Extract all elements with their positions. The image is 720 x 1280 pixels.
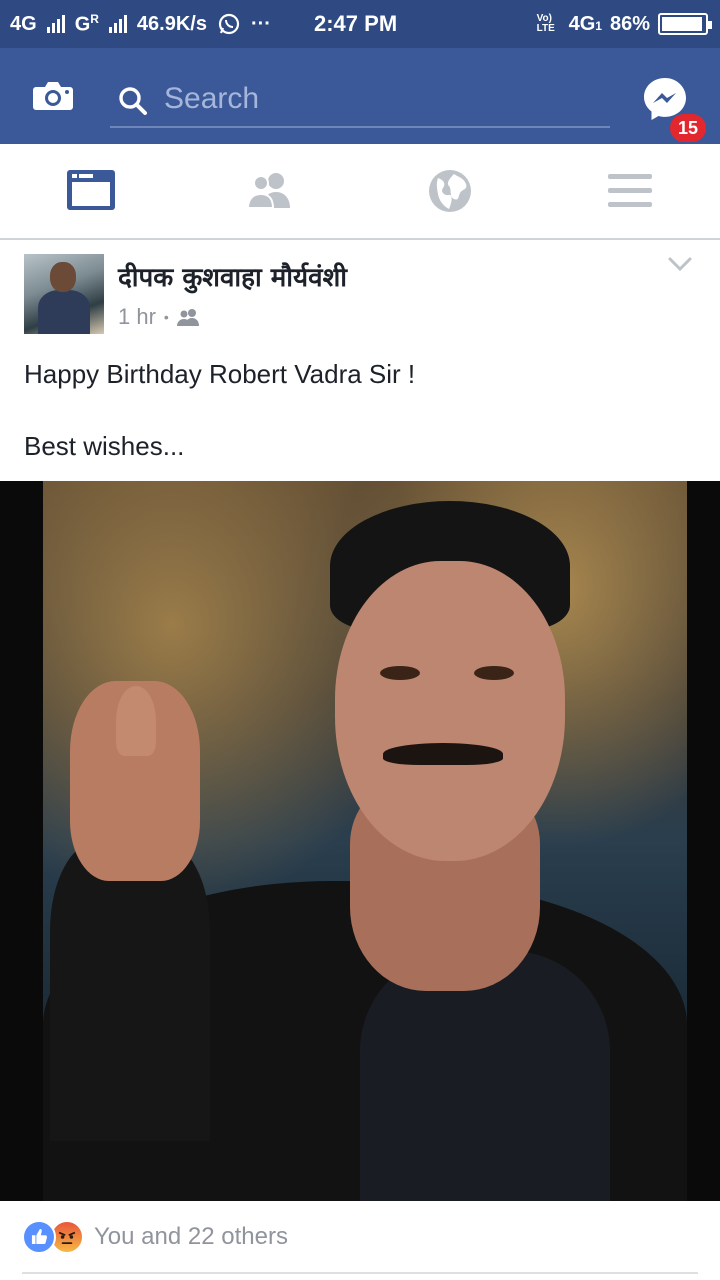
messenger-badge: 15 <box>668 112 709 144</box>
divider <box>22 1272 698 1274</box>
clock: 2:47 PM <box>314 11 398 36</box>
camera-icon[interactable] <box>32 80 74 112</box>
battery-icon <box>658 13 712 35</box>
more-notifications-icon: ··· <box>250 12 271 35</box>
search-icon <box>119 87 147 115</box>
top-app-bar: Search 15 <box>0 48 720 144</box>
globe-icon[interactable] <box>426 168 476 214</box>
news-feed-icon[interactable] <box>66 168 116 214</box>
post-meta: 1 hr • <box>118 304 201 330</box>
post-time[interactable]: 1 hr <box>118 304 156 330</box>
reactions-label: You and 22 others <box>94 1223 288 1250</box>
battery-percent: 86% <box>609 12 650 35</box>
menu-icon[interactable] <box>606 168 656 214</box>
post-text-line-1: Happy Birthday Robert Vadra Sir ! <box>24 359 416 389</box>
friends-audience-icon <box>176 309 199 326</box>
network-g-label: GR <box>74 11 99 36</box>
network-speed: 46.9K/s <box>136 12 207 35</box>
search-input[interactable]: Search <box>110 76 610 128</box>
status-bar: 4G GR 46.9K/s ··· 2:47 PM Vo) LTE 4G1 86… <box>0 0 720 48</box>
search-placeholder: Search <box>164 82 260 115</box>
whatsapp-icon <box>218 13 240 35</box>
reactions-summary[interactable]: You and 22 others <box>22 1216 288 1258</box>
network-4g-label: 4G <box>10 12 37 35</box>
post-text: Happy Birthday Robert Vadra Sir ! Best w… <box>24 356 696 500</box>
signal-icon-2 <box>108 15 127 33</box>
friends-icon[interactable] <box>246 168 296 214</box>
post-author[interactable]: दीपक कुशवाहा मौर्यवंशी <box>118 258 347 294</box>
post-photo[interactable] <box>0 481 720 1201</box>
network-4g-right: 4G1 <box>568 12 602 35</box>
signal-icon <box>46 15 65 33</box>
nav-tabs <box>0 144 720 240</box>
volte-icon: Vo) LTE <box>536 13 555 34</box>
post-text-line-2: Best wishes... <box>24 431 185 461</box>
meta-separator: • <box>163 309 169 325</box>
chevron-down-icon[interactable] <box>666 254 694 274</box>
avatar[interactable] <box>24 254 104 334</box>
like-reaction-icon <box>22 1220 56 1254</box>
